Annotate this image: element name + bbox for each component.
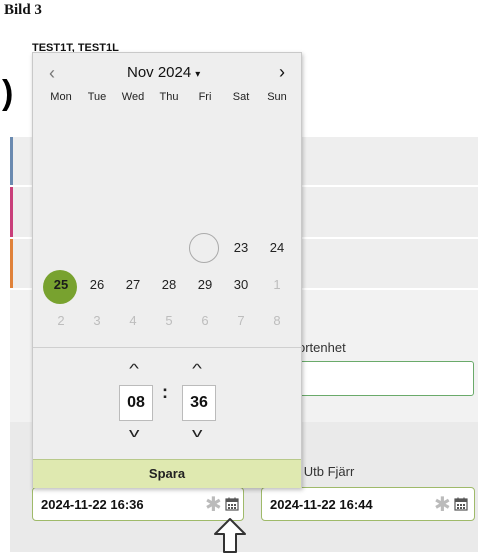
weekday-label: Mon: [50, 91, 72, 103]
day-cell[interactable]: 5: [151, 306, 187, 336]
calendar-icon[interactable]: [454, 497, 468, 516]
weekday-label: Fri: [198, 91, 212, 103]
row-accent: [10, 187, 13, 237]
day-cell[interactable]: [187, 197, 223, 227]
day-cell[interactable]: [115, 233, 151, 263]
day-cell[interactable]: [223, 161, 259, 191]
day-cell[interactable]: 24: [259, 233, 295, 263]
hours-input[interactable]: 08: [119, 385, 153, 421]
caret-down-icon: ▾: [195, 69, 201, 80]
day-cell[interactable]: [223, 125, 259, 155]
row-accent: [10, 239, 13, 288]
clear-icon[interactable]: ✱: [434, 492, 451, 517]
day-cell[interactable]: [187, 125, 223, 155]
day-cell[interactable]: 27: [115, 270, 151, 300]
day-cell[interactable]: 26: [79, 270, 115, 300]
minutes-input[interactable]: 36: [182, 385, 216, 421]
field-label: ortenhet: [298, 340, 346, 355]
clear-icon[interactable]: ✱: [205, 492, 222, 517]
day-cell[interactable]: 3: [79, 306, 115, 336]
divider: [33, 347, 301, 348]
start-datetime-value: 2024-11-22 16:36: [41, 497, 144, 512]
day-cell[interactable]: [187, 161, 223, 191]
partial-brace-glyph: ): [2, 74, 14, 112]
day-cell[interactable]: 30: [223, 270, 259, 300]
day-cell[interactable]: [151, 197, 187, 227]
weekday-label: Sun: [267, 91, 287, 103]
day-cell[interactable]: 7: [223, 306, 259, 336]
minute-up-button[interactable]: ^: [192, 361, 202, 376]
day-cell[interactable]: [43, 197, 79, 227]
end-datetime-field[interactable]: 2024-11-22 16:44 ✱: [261, 487, 475, 521]
day-cell[interactable]: 4: [115, 306, 151, 336]
weekday-label: Tue: [87, 91, 107, 103]
day-cell[interactable]: [79, 197, 115, 227]
day-cell[interactable]: [259, 161, 295, 191]
day-cell-today[interactable]: [187, 233, 223, 263]
day-cell[interactable]: [115, 197, 151, 227]
day-cell[interactable]: 23: [223, 233, 259, 263]
day-cell[interactable]: [79, 161, 115, 191]
day-cell[interactable]: [223, 197, 259, 227]
time-separator: :: [162, 382, 168, 402]
text-input[interactable]: [285, 361, 474, 396]
minute-down-button[interactable]: v: [192, 425, 202, 440]
month-year-label: Nov 2024: [127, 64, 192, 81]
month-year-selector[interactable]: Nov 2024 ▾: [127, 64, 200, 81]
day-cell[interactable]: [115, 125, 151, 155]
day-cell[interactable]: 29: [187, 270, 223, 300]
day-cell[interactable]: 6: [187, 306, 223, 336]
day-cell[interactable]: [259, 197, 295, 227]
hour-up-button[interactable]: ^: [129, 361, 139, 376]
row-accent: [10, 137, 13, 185]
start-datetime-field[interactable]: 2024-11-22 16:36 ✱: [32, 487, 244, 521]
next-month-button[interactable]: ›: [279, 62, 285, 83]
day-cell[interactable]: [151, 125, 187, 155]
day-cell[interactable]: [115, 161, 151, 191]
day-cell[interactable]: [43, 161, 79, 191]
weekday-label: Wed: [121, 91, 145, 103]
weekday-label: Sat: [232, 91, 250, 103]
page-heading: Bild 3: [4, 2, 42, 18]
end-datetime-value: 2024-11-22 16:44: [270, 497, 373, 512]
day-cell[interactable]: [79, 233, 115, 263]
prev-month-button[interactable]: ‹: [49, 63, 55, 84]
day-cell[interactable]: [259, 125, 295, 155]
day-cell[interactable]: [151, 161, 187, 191]
day-cell-selected[interactable]: 25: [43, 270, 79, 300]
save-button[interactable]: Spara: [33, 459, 301, 488]
datetime-picker-popup: ‹ Nov 2024 ▾ › ^ ^ 08 : 36 v v Spara Mon T…: [32, 52, 302, 488]
hour-down-button[interactable]: v: [129, 425, 139, 440]
day-cell[interactable]: [79, 125, 115, 155]
day-cell[interactable]: 8: [259, 306, 295, 336]
day-cell[interactable]: [43, 125, 79, 155]
day-cell[interactable]: 28: [151, 270, 187, 300]
weekday-label: Thu: [159, 91, 179, 103]
day-cell[interactable]: [43, 233, 79, 263]
day-cell[interactable]: 2: [43, 306, 79, 336]
day-cell[interactable]: 1: [259, 270, 295, 300]
day-cell[interactable]: [151, 233, 187, 263]
calendar-icon[interactable]: [225, 497, 239, 516]
